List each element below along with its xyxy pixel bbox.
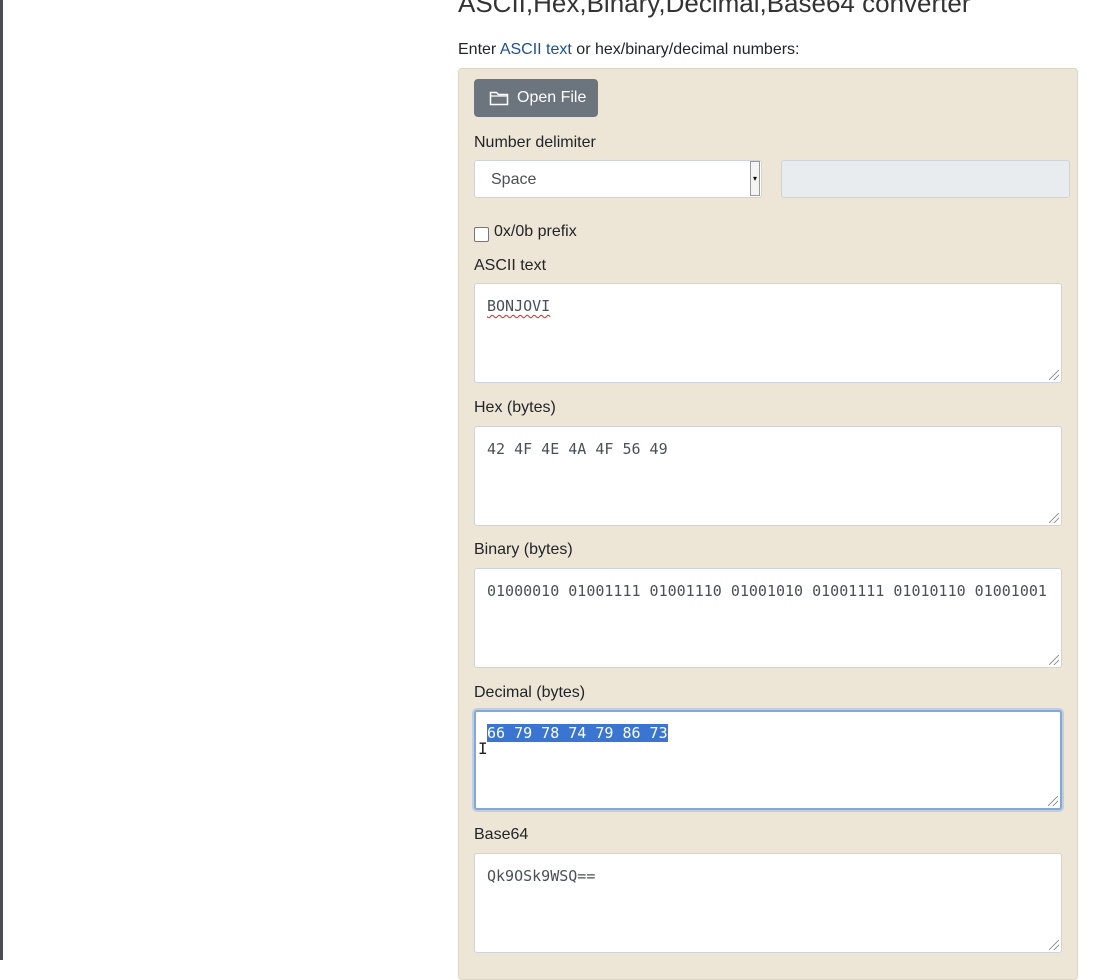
open-file-button[interactable]: Open File [474, 79, 598, 117]
intro-suffix: or hex/binary/decimal numbers: [571, 41, 800, 58]
decimal-label: Decimal (bytes) [474, 684, 586, 701]
base64-label: Base64 [474, 826, 529, 843]
resize-grip-icon[interactable] [1049, 655, 1059, 665]
binary-label: Binary (bytes) [474, 541, 573, 558]
resize-grip-icon[interactable] [1049, 513, 1059, 523]
decimal-textarea[interactable]: 66 79 78 74 79 86 73 [474, 710, 1062, 810]
ascii-textarea[interactable]: BONJOVI [474, 283, 1062, 383]
delimiter-selected: Space [491, 171, 537, 188]
window-edge [0, 0, 3, 960]
decimal-value: 66 79 78 74 79 86 73 [487, 724, 668, 742]
base64-value: Qk9OSk9WSQ== [487, 867, 596, 885]
hex-textarea[interactable]: 42 4F 4E 4A 4F 56 49 [474, 426, 1062, 526]
open-file-label: Open File [517, 89, 587, 106]
base64-textarea[interactable]: Qk9OSk9WSQ== [474, 853, 1062, 953]
delimiter-label: Number delimiter [474, 134, 596, 151]
custom-delimiter-input[interactable] [781, 160, 1070, 198]
binary-value: 01000010 01001111 01001110 01001010 0100… [487, 582, 1047, 600]
prefix-label: 0x/0b prefix [494, 223, 577, 240]
page-title: ASCII,Hex,Binary,Decimal,Base64 converte… [458, 0, 971, 18]
resize-grip-icon[interactable] [1048, 796, 1058, 806]
text-cursor-icon: I [478, 739, 488, 758]
binary-textarea[interactable]: 01000010 01001111 01001110 01001010 0100… [474, 568, 1062, 668]
folder-icon [489, 91, 509, 106]
hex-label: Hex (bytes) [474, 399, 556, 416]
ascii-value: BONJOVI [487, 297, 551, 315]
resize-grip-icon[interactable] [1049, 370, 1059, 380]
hex-value: 42 4F 4E 4A 4F 56 49 [487, 440, 668, 458]
dropdown-arrow-icon[interactable]: ▾ [750, 161, 760, 196]
resize-grip-icon[interactable] [1049, 940, 1059, 950]
delimiter-select[interactable]: Space [474, 160, 762, 198]
intro-text: Enter ASCII text or hex/binary/decimal n… [458, 41, 800, 59]
ascii-text-link[interactable]: ASCII text [500, 41, 572, 58]
intro-prefix: Enter [458, 41, 500, 58]
prefix-checkbox[interactable] [474, 227, 489, 242]
ascii-label: ASCII text [474, 257, 547, 274]
